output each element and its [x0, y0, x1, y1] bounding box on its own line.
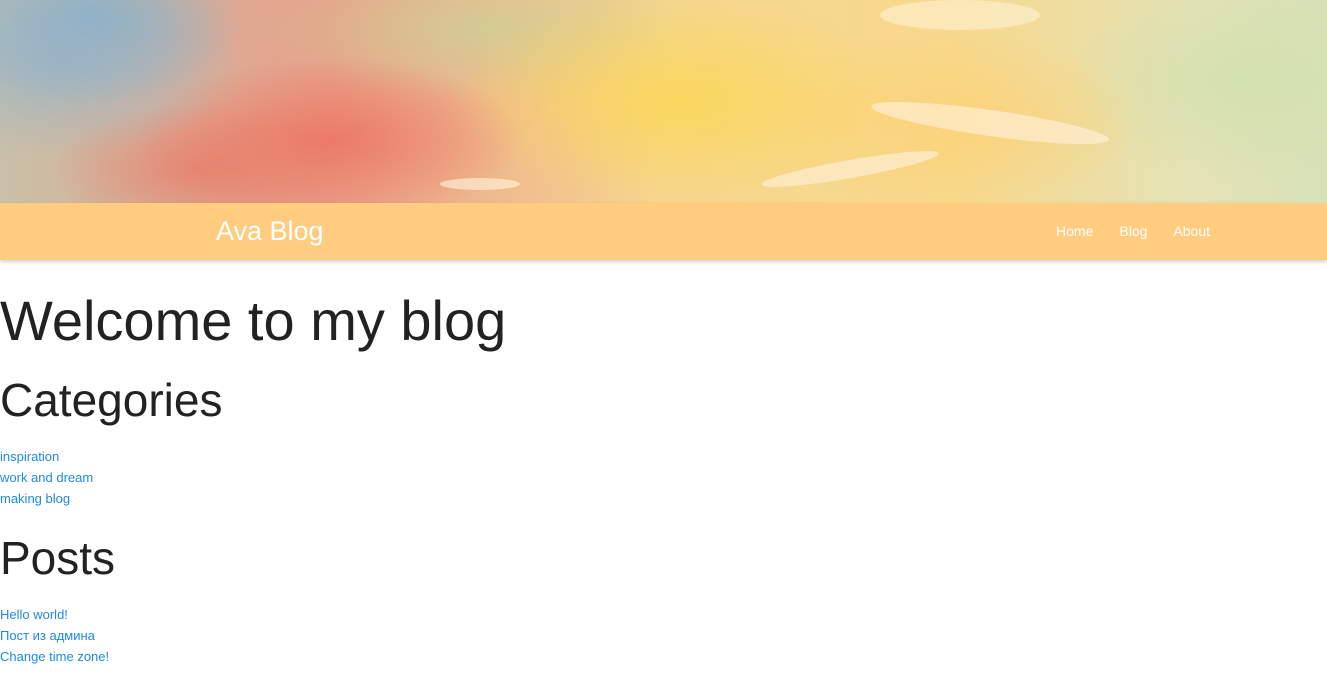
category-link-inspiration[interactable]: inspiration	[0, 449, 59, 464]
list-item: work and dream	[0, 467, 93, 488]
category-link-work-and-dream[interactable]: work and dream	[0, 470, 93, 485]
brand-logo-link[interactable]: Ava Blog	[216, 215, 324, 247]
posts-heading: Posts	[0, 532, 116, 584]
list-item: inspiration	[0, 446, 93, 467]
post-link-hello-world[interactable]: Hello world!	[0, 607, 68, 622]
list-item: Пост из админа	[0, 625, 109, 646]
list-item: Change time zone!	[0, 646, 109, 667]
top-navbar: Ava Blog Home Blog About	[0, 203, 1327, 260]
nav-link-blog[interactable]: Blog	[1119, 222, 1147, 240]
list-item: making blog	[0, 488, 93, 509]
post-link-change-time-zone[interactable]: Change time zone!	[0, 649, 109, 664]
category-link-making-blog[interactable]: making blog	[0, 491, 70, 506]
page-title: Welcome to my blog	[0, 289, 507, 352]
header-banner-image	[0, 0, 1327, 203]
post-link-admin-post[interactable]: Пост из админа	[0, 628, 95, 643]
posts-list: Hello world! Пост из админа Change time …	[0, 604, 109, 667]
categories-heading: Categories	[0, 374, 223, 426]
list-item: Hello world!	[0, 604, 109, 625]
categories-list: inspiration work and dream making blog	[0, 446, 93, 509]
nav-menu: Home Blog About	[1030, 222, 1210, 240]
nav-link-about[interactable]: About	[1173, 222, 1210, 240]
nav-link-home[interactable]: Home	[1056, 222, 1093, 240]
